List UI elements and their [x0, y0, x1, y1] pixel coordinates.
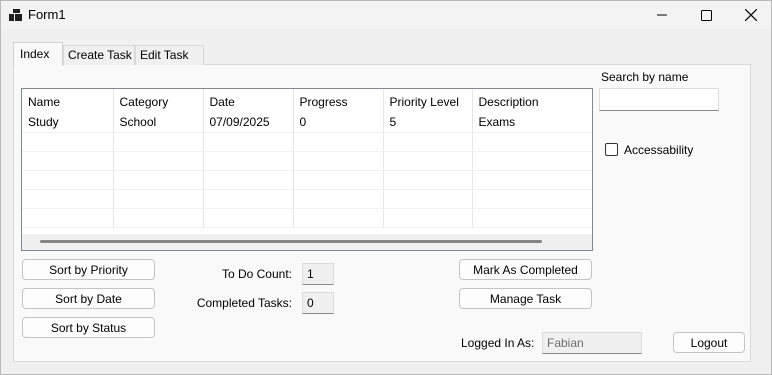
todo-count-field: 1 — [302, 263, 334, 285]
todo-count-label: To Do Count: — [221, 267, 292, 281]
minimize-icon — [657, 14, 667, 16]
cell-progress[interactable]: 0 — [293, 113, 384, 133]
column-header-name[interactable]: Name — [22, 89, 114, 113]
scrollbar-thumb[interactable] — [40, 240, 542, 243]
accessibility-checkbox[interactable] — [605, 143, 618, 156]
close-icon — [745, 9, 757, 21]
empty-row — [22, 132, 592, 152]
tab-label: Index — [20, 47, 50, 61]
tasks-grid[interactable]: Name Category Date Progress Priority Lev… — [21, 88, 593, 251]
empty-row — [22, 208, 592, 228]
column-header-description[interactable]: Description — [472, 89, 592, 113]
empty-row — [22, 170, 592, 190]
tab-create-task[interactable]: Create Task — [63, 45, 135, 65]
window-title: Form1 — [28, 7, 66, 22]
tab-label: Edit Task — [140, 48, 189, 62]
tab-label: Create Task — [68, 48, 132, 62]
cell-description[interactable]: Exams — [472, 113, 592, 133]
maximize-icon — [700, 9, 712, 21]
app-window: Form1 Index Create Task Edit Task Name C… — [0, 0, 772, 375]
manage-task-button[interactable]: Manage Task — [459, 288, 592, 309]
empty-row — [22, 189, 592, 209]
tasks-table: Name Category Date Progress Priority Lev… — [22, 89, 592, 228]
empty-row — [22, 151, 592, 171]
completed-tasks-field: 0 — [302, 292, 334, 314]
table-row[interactable]: Study School 07/09/2025 0 5 Exams — [22, 113, 592, 133]
tab-index[interactable]: Index — [13, 42, 63, 66]
sort-by-date-button[interactable]: Sort by Date — [22, 288, 155, 309]
logged-in-label: Logged In As: — [461, 336, 535, 350]
tab-edit-task[interactable]: Edit Task — [135, 45, 204, 65]
close-button[interactable] — [728, 1, 772, 29]
cell-category[interactable]: School — [113, 113, 204, 133]
sort-by-priority-button[interactable]: Sort by Priority — [22, 259, 155, 280]
mark-as-completed-button[interactable]: Mark As Completed — [459, 259, 592, 280]
logout-button[interactable]: Logout — [673, 332, 745, 353]
column-header-priority-level[interactable]: Priority Level — [383, 89, 473, 113]
column-header-category[interactable]: Category — [113, 89, 204, 113]
sort-by-status-button[interactable]: Sort by Status — [22, 317, 155, 338]
accessibility-label[interactable]: Accessability — [624, 143, 693, 157]
horizontal-scrollbar[interactable] — [22, 234, 592, 250]
app-icon — [9, 9, 22, 21]
cell-name[interactable]: Study — [22, 113, 114, 133]
cell-priority-level[interactable]: 5 — [383, 113, 473, 133]
column-header-progress[interactable]: Progress — [293, 89, 384, 113]
completed-tasks-label: Completed Tasks: — [196, 296, 292, 310]
search-input[interactable] — [599, 88, 719, 111]
column-header-date[interactable]: Date — [203, 89, 294, 113]
logged-in-user-field: Fabian — [542, 332, 642, 354]
cell-date[interactable]: 07/09/2025 — [203, 113, 294, 133]
title-bar: Form1 — [1, 1, 771, 29]
search-label: Search by name — [601, 70, 689, 84]
maximize-button[interactable] — [683, 1, 729, 29]
grid-header-row: Name Category Date Progress Priority Lev… — [22, 89, 592, 113]
minimize-button[interactable] — [639, 1, 685, 29]
